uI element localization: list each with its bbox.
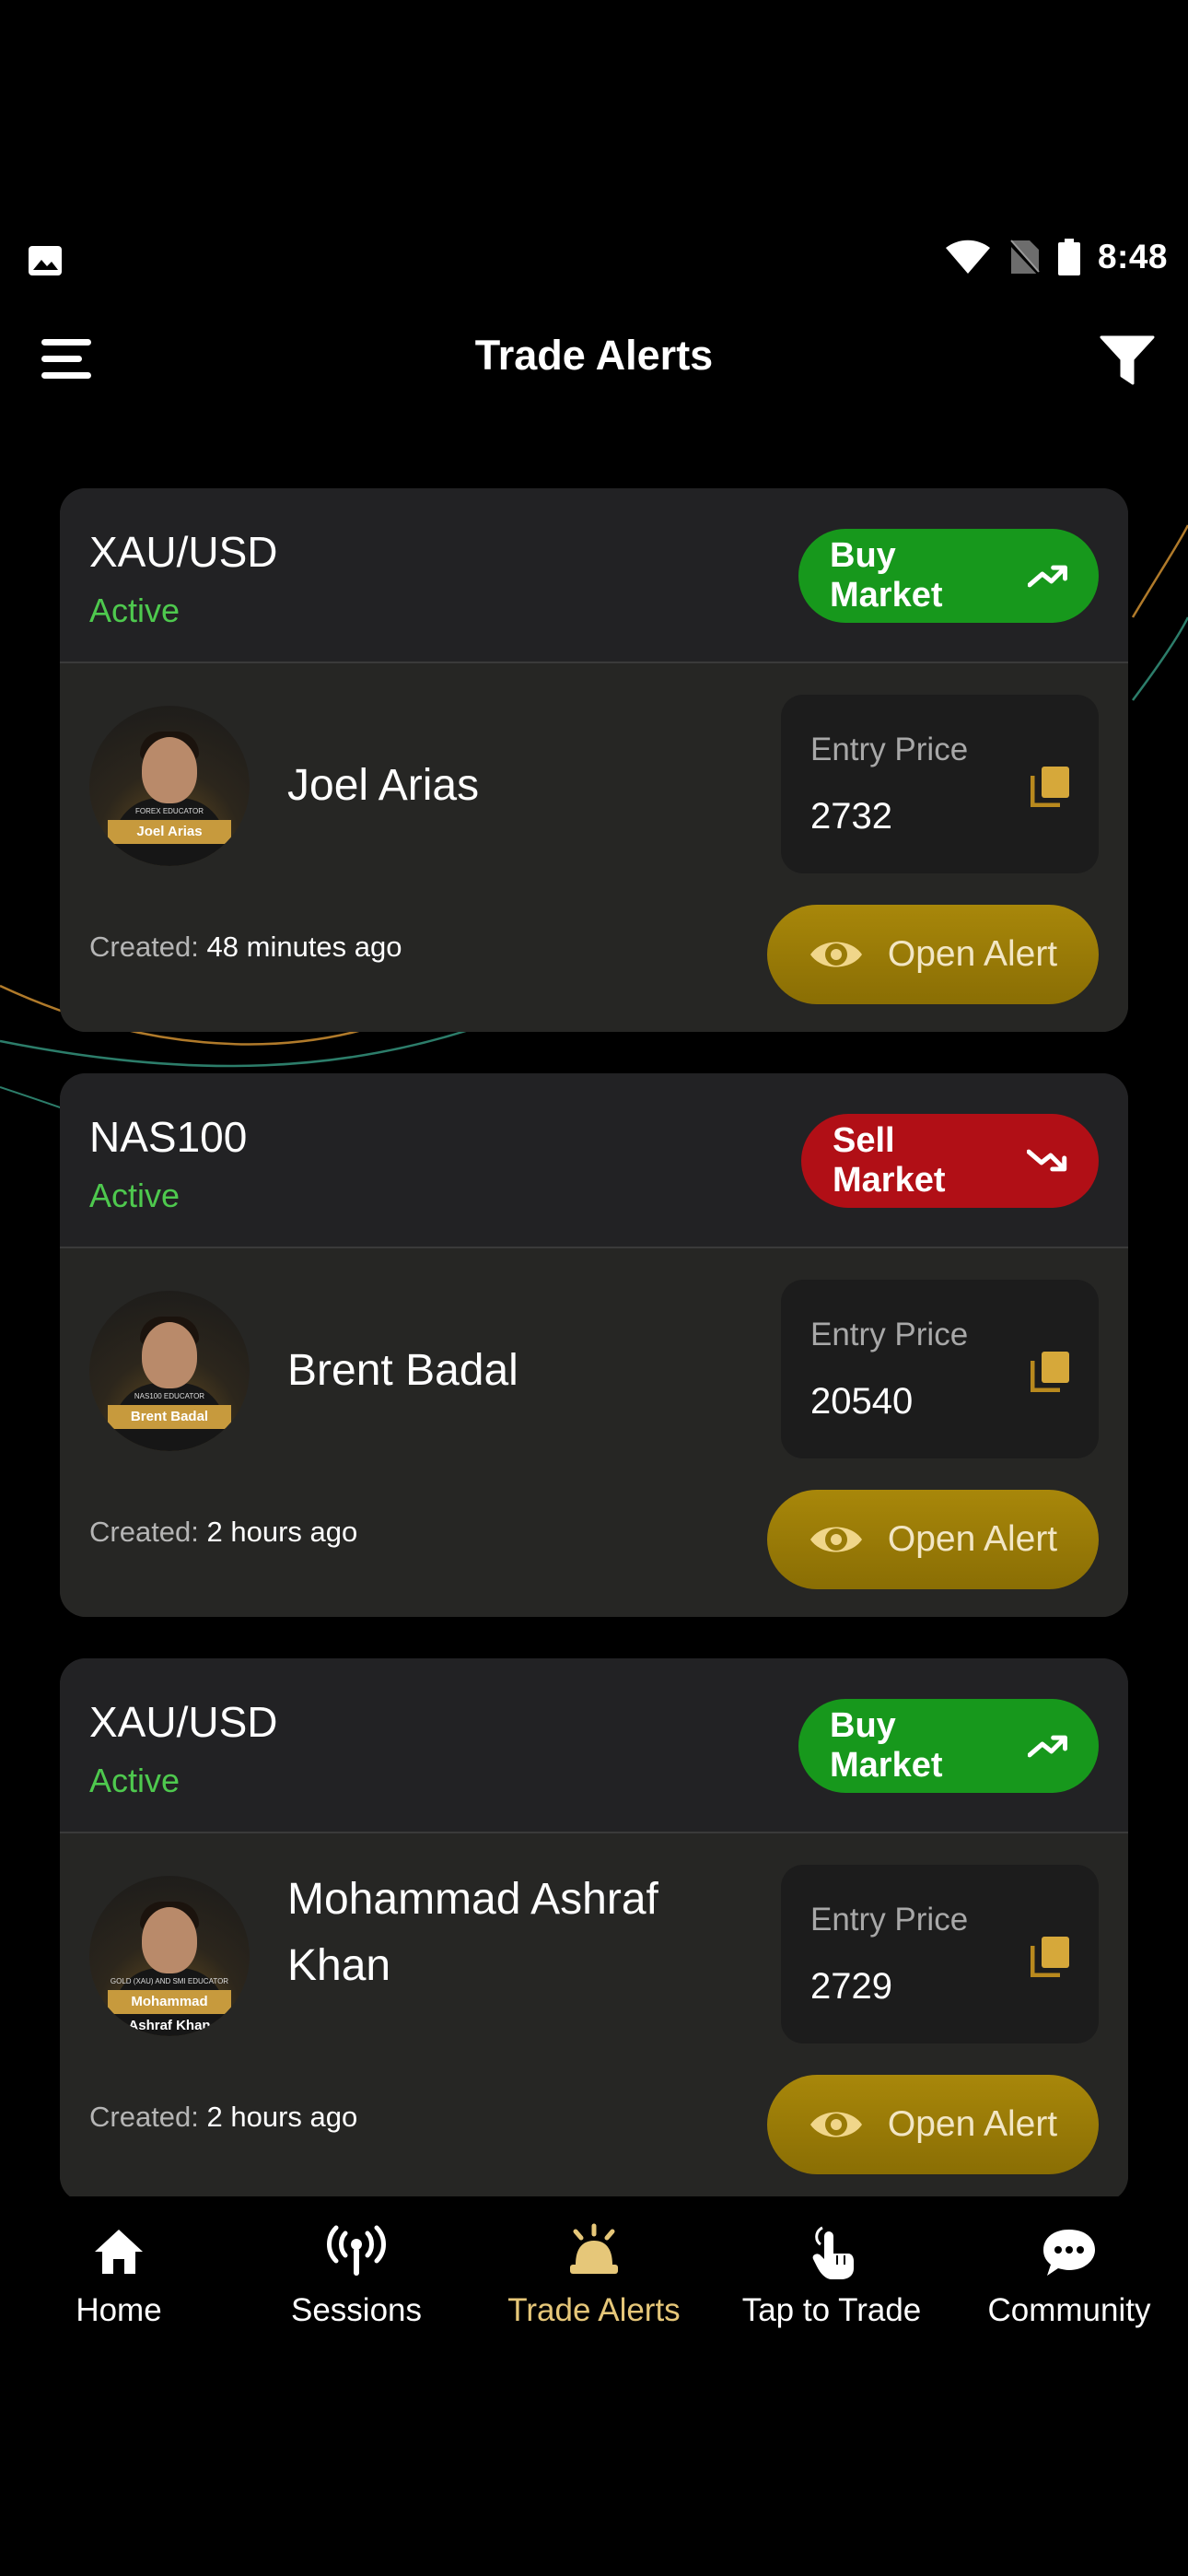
avatar[interactable]: NAS100 EDUCATOR Brent Badal [89,1291,250,1451]
entry-price-value: 2732 [810,796,892,837]
open-alert-button[interactable]: Open Alert [767,1490,1099,1589]
status-bar: 8:48 [0,230,1188,295]
avatar[interactable]: GOLD (XAU) AND SMI EDUCATOR Mohammad Ash… [89,1876,250,2036]
open-alert-label: Open Alert [887,2104,1058,2144]
market-action-label: Buy Market [830,536,943,615]
entry-price-label: Entry Price [810,1902,969,1938]
nav-label: Trade Alerts [507,2292,681,2328]
open-alert-label: Open Alert [887,934,1058,974]
alert-card-body: NAS100 EDUCATOR Brent Badal Brent Badal … [60,1248,1128,1617]
image-icon [29,246,62,275]
nav-label: Tap to Trade [741,2292,922,2328]
alert-card-header: XAU/USD Active Buy Market [60,1658,1128,1833]
entry-price-label: Entry Price [810,1317,969,1352]
entry-price-value: 2729 [810,1966,892,2007]
open-alert-button[interactable]: Open Alert [767,2075,1099,2174]
created-value: 2 hours ago [206,1516,358,1548]
nav-label: Sessions [290,2292,423,2328]
nav-label: Community [987,2292,1151,2328]
open-alert-button[interactable]: Open Alert [767,905,1099,1004]
instrument-pair: XAU/USD [89,528,278,576]
avatar-caption: FOREX EDUCATOR [135,807,204,815]
entry-price-box: Entry Price 2732 [781,695,1099,873]
entry-price-box: Entry Price 2729 [781,1865,1099,2043]
created-value: 2 hours ago [206,2101,358,2133]
nav-tap-to-trade[interactable]: Tap to Trade [713,2196,950,2344]
app-header: Trade Alerts [0,322,1188,396]
market-action-button[interactable]: Sell Market [801,1114,1099,1208]
nav-community[interactable]: Community [950,2196,1188,2344]
trend-up-icon [1027,565,1067,588]
avatar[interactable]: FOREX EDUCATOR Joel Arias [89,706,250,866]
market-action-button[interactable]: Buy Market [798,1699,1099,1793]
alert-card: XAU/USD Active Buy Market FOREX EDUCATOR… [60,488,1128,1032]
eye-icon [809,1527,862,1552]
broadcast-icon [327,2225,386,2276]
page-title: Trade Alerts [474,332,714,379]
tap-hand-icon [812,2226,854,2279]
home-icon [95,2230,143,2274]
trend-up-icon [1027,1735,1067,1758]
alert-card: XAU/USD Active Buy Market GOLD (XAU) AND… [60,1658,1128,2202]
alert-status: Active [89,591,181,629]
alert-card-header: NAS100 Active Sell Market [60,1073,1128,1248]
open-alert-label: Open Alert [887,1519,1058,1559]
bottom-navigation: Home Sessions Trade Alerts Tap to Trade … [0,2196,1188,2344]
alert-card: NAS100 Active Sell Market NAS100 EDUCATO… [60,1073,1128,1617]
created-label: Created: [89,2101,199,2133]
market-action-label: Buy Market [830,1706,943,1785]
status-time: 8:48 [1097,238,1168,275]
battery-icon [1057,239,1080,275]
entry-price-box: Entry Price 20540 [781,1280,1099,1458]
wifi-icon [945,240,990,274]
market-action-button[interactable]: Buy Market [798,529,1099,623]
alert-status: Active [89,1177,181,1214]
copy-icon[interactable] [1031,765,1071,807]
created-value: 48 minutes ago [206,931,402,963]
market-action-label: Sell Market [833,1121,946,1200]
alert-card-header: XAU/USD Active Buy Market [60,488,1128,663]
chat-bubble-icon [1043,2230,1095,2276]
created-label: Created: [89,931,199,963]
nav-trade-alerts[interactable]: Trade Alerts [475,2196,713,2344]
eye-icon [809,942,862,967]
alert-card-body: FOREX EDUCATOR Joel Arias Joel Arias Ent… [60,663,1128,1032]
trader-name[interactable]: Brent Badal [287,1248,729,1404]
copy-icon[interactable] [1031,1935,1071,1977]
created-time: Created: 2 hours ago [89,2101,357,2134]
no-sim-icon [1007,240,1041,275]
alert-status: Active [89,1762,181,1799]
nav-home[interactable]: Home [0,2196,238,2344]
filter-icon[interactable] [1100,334,1155,387]
entry-price-value: 20540 [810,1381,914,1422]
copy-icon[interactable] [1031,1350,1071,1392]
entry-price-label: Entry Price [810,732,969,767]
alert-card-body: GOLD (XAU) AND SMI EDUCATOR Mohammad Ash… [60,1833,1128,2202]
eye-icon [809,2112,862,2137]
created-time: Created: 48 minutes ago [89,931,402,964]
instrument-pair: XAU/USD [89,1698,278,1746]
trend-down-icon [1027,1149,1067,1172]
avatar-name-tag: Brent Badal [108,1405,231,1429]
alarm-bell-icon [570,2223,618,2274]
avatar-caption: NAS100 EDUCATOR [134,1392,205,1400]
nav-label: Home [76,2292,162,2328]
avatar-name-tag: Joel Arias [108,820,231,844]
trader-name[interactable]: Mohammad Ashraf Khan [287,1833,729,1999]
instrument-pair: NAS100 [89,1113,248,1161]
nav-sessions[interactable]: Sessions [238,2196,475,2344]
created-time: Created: 2 hours ago [89,1516,357,1549]
created-label: Created: [89,1516,199,1548]
avatar-caption: GOLD (XAU) AND SMI EDUCATOR [110,1977,229,1985]
avatar-name-tag: Mohammad Ashraf Khan [108,1990,231,2033]
trader-name[interactable]: Joel Arias [287,663,729,819]
